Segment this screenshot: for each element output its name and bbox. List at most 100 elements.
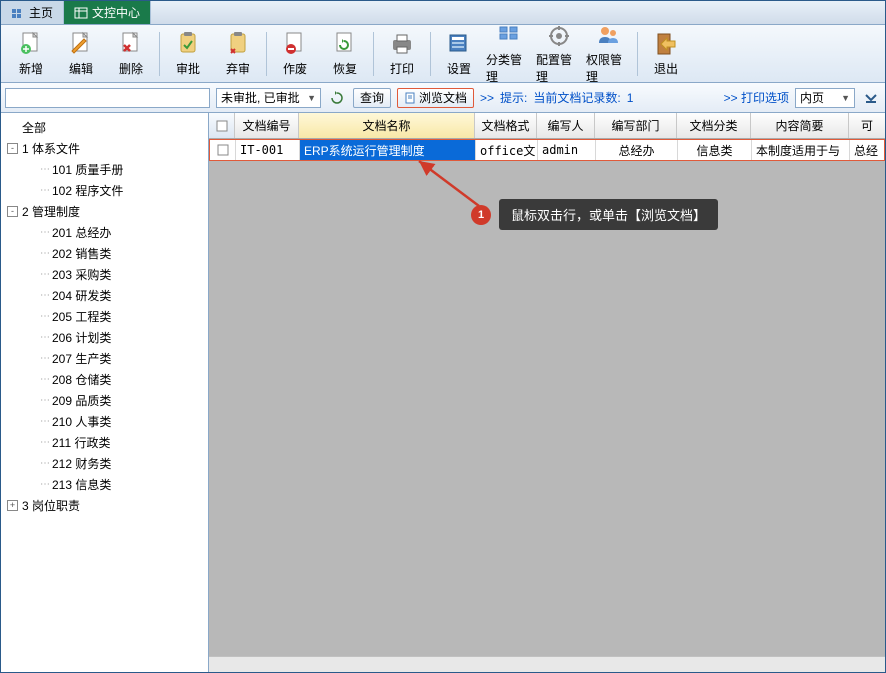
tree-node[interactable]: ⋯211 行政类 <box>3 432 206 453</box>
tool-label: 新增 <box>19 60 43 77</box>
tree-node[interactable]: ⋯212 财务类 <box>3 453 206 474</box>
tool-label: 分类管理 <box>486 51 532 85</box>
col-category[interactable]: 文档分类 <box>677 113 751 138</box>
tree-label: 101 质量手册 <box>52 161 123 178</box>
tree-node[interactable]: +3 岗位职责 <box>3 495 206 516</box>
status-filter[interactable]: 未审批, 已审批 ▼ <box>216 88 321 108</box>
config-button[interactable]: 配置管理 <box>535 28 583 80</box>
tree-node[interactable]: ⋯204 研发类 <box>3 285 206 306</box>
print-options-link[interactable]: >> 打印选项 <box>724 89 789 106</box>
content-area: 文档编号 文档名称 文档格式 编写人 编写部门 文档分类 内容简要 可 IT-0… <box>209 113 885 672</box>
instruction-callout: 1 鼠标双击行，或单击【浏览文档】 <box>471 199 718 230</box>
tree-node[interactable]: ⋯102 程序文件 <box>3 180 206 201</box>
tree-node[interactable]: ⋯101 质量手册 <box>3 159 206 180</box>
edit-button[interactable]: 编辑 <box>57 28 105 80</box>
tree-label: 全部 <box>22 119 46 136</box>
tree-label: 102 程序文件 <box>52 182 123 199</box>
tree-node[interactable]: 全部 <box>3 117 206 138</box>
tab-home[interactable]: 主页 <box>1 1 64 24</box>
tree-label: 1 体系文件 <box>22 140 80 157</box>
query-button[interactable]: 查询 <box>353 88 391 108</box>
approve-button[interactable]: 审批 <box>164 28 212 80</box>
tree-node[interactable]: ⋯207 生产类 <box>3 348 206 369</box>
col-format[interactable]: 文档格式 <box>475 113 537 138</box>
delete-button[interactable]: 删除 <box>107 28 155 80</box>
tree-node[interactable]: ⋯202 销售类 <box>3 243 206 264</box>
tree-label: 212 财务类 <box>52 455 111 472</box>
tab-doc-center[interactable]: 文控中心 <box>64 1 151 24</box>
settings-button[interactable]: 设置 <box>435 28 483 80</box>
exit-button[interactable]: 退出 <box>642 28 690 80</box>
tree-node[interactable]: ⋯210 人事类 <box>3 411 206 432</box>
horizontal-scrollbar[interactable] <box>209 656 885 672</box>
separator <box>637 32 638 76</box>
tree-node[interactable]: ⋯203 采购类 <box>3 264 206 285</box>
collapse-icon[interactable]: - <box>7 206 18 217</box>
tree-label: 203 采购类 <box>52 266 111 283</box>
tab-label: 文控中心 <box>92 4 140 21</box>
restore-button[interactable]: 恢复 <box>321 28 369 80</box>
cell-name: ERP系统运行管理制度 <box>300 140 476 160</box>
tree-label: 202 销售类 <box>52 245 111 262</box>
permission-icon <box>595 23 623 49</box>
reject-button[interactable]: 弃审 <box>214 28 262 80</box>
void-icon <box>281 30 309 58</box>
home-icon <box>11 6 25 20</box>
col-more[interactable]: 可 <box>849 113 885 138</box>
header-checkbox[interactable] <box>209 113 235 138</box>
tree-node[interactable]: ⋯213 信息类 <box>3 474 206 495</box>
separator <box>373 32 374 76</box>
tree-node[interactable]: ⋯209 品质类 <box>3 390 206 411</box>
chevron-down-icon: ▼ <box>841 93 850 103</box>
button-label: 查询 <box>360 89 384 106</box>
approve-icon <box>174 30 202 58</box>
tool-label: 权限管理 <box>586 51 632 85</box>
tree-label: 211 行政类 <box>52 434 110 451</box>
tool-label: 打印 <box>390 60 414 77</box>
tree-label: 2 管理制度 <box>22 203 80 220</box>
permission-button[interactable]: 权限管理 <box>585 28 633 80</box>
void-button[interactable]: 作废 <box>271 28 319 80</box>
tree-node[interactable]: -2 管理制度 <box>3 201 206 222</box>
cell-more: 总经 <box>850 140 884 160</box>
category-button[interactable]: 分类管理 <box>485 28 533 80</box>
col-author[interactable]: 编写人 <box>537 113 595 138</box>
tree-label: 213 信息类 <box>52 476 111 493</box>
refresh-icon[interactable] <box>327 88 347 108</box>
tree-node[interactable]: ⋯206 计划类 <box>3 327 206 348</box>
search-input[interactable] <box>5 88 210 108</box>
browse-doc-button[interactable]: 浏览文档 <box>397 88 474 108</box>
tool-label: 设置 <box>447 60 471 77</box>
print-button[interactable]: 打印 <box>378 28 426 80</box>
row-checkbox[interactable] <box>210 140 236 160</box>
restore-icon <box>331 30 359 58</box>
tree-label: 206 计划类 <box>52 329 111 346</box>
tree-label: 210 人事类 <box>52 413 111 430</box>
main-toolbar: 新增 编辑 删除 审批 弃审 作废 恢复 打印 设置 分类管理 配置管理 <box>1 25 885 83</box>
tree-node[interactable]: ⋯201 总经办 <box>3 222 206 243</box>
tree-node[interactable]: -1 体系文件 <box>3 138 206 159</box>
category-tree: 全部-1 体系文件⋯101 质量手册⋯102 程序文件-2 管理制度⋯201 总… <box>1 113 209 672</box>
col-dept[interactable]: 编写部门 <box>595 113 677 138</box>
col-code[interactable]: 文档编号 <box>235 113 299 138</box>
separator <box>430 32 431 76</box>
grid-header: 文档编号 文档名称 文档格式 编写人 编写部门 文档分类 内容简要 可 <box>209 113 885 139</box>
tree-label: 3 岗位职责 <box>22 497 80 514</box>
tree-node[interactable]: ⋯205 工程类 <box>3 306 206 327</box>
collapse-icon[interactable]: - <box>7 143 18 154</box>
main-area: 全部-1 体系文件⋯101 质量手册⋯102 程序文件-2 管理制度⋯201 总… <box>1 113 885 672</box>
col-name[interactable]: 文档名称 <box>299 113 475 138</box>
table-row[interactable]: IT-001 ERP系统运行管理制度 office文 admin 总经办 信息类… <box>209 139 885 161</box>
filter-bar: 未审批, 已审批 ▼ 查询 浏览文档 >> 提示: 当前文档记录数: 1 >> … <box>1 83 885 113</box>
collapse-icon[interactable] <box>861 88 881 108</box>
col-summary[interactable]: 内容简要 <box>751 113 849 138</box>
expand-icon[interactable]: + <box>7 500 18 511</box>
print-page-select[interactable]: 内页 ▼ <box>795 88 855 108</box>
tab-bar: 主页 文控中心 <box>1 1 885 25</box>
separator <box>159 32 160 76</box>
grid-body: 1 鼠标双击行，或单击【浏览文档】 <box>209 161 885 656</box>
tree-node[interactable]: ⋯208 仓储类 <box>3 369 206 390</box>
reject-icon <box>224 30 252 58</box>
new-button[interactable]: 新增 <box>7 28 55 80</box>
delete-icon <box>117 30 145 58</box>
